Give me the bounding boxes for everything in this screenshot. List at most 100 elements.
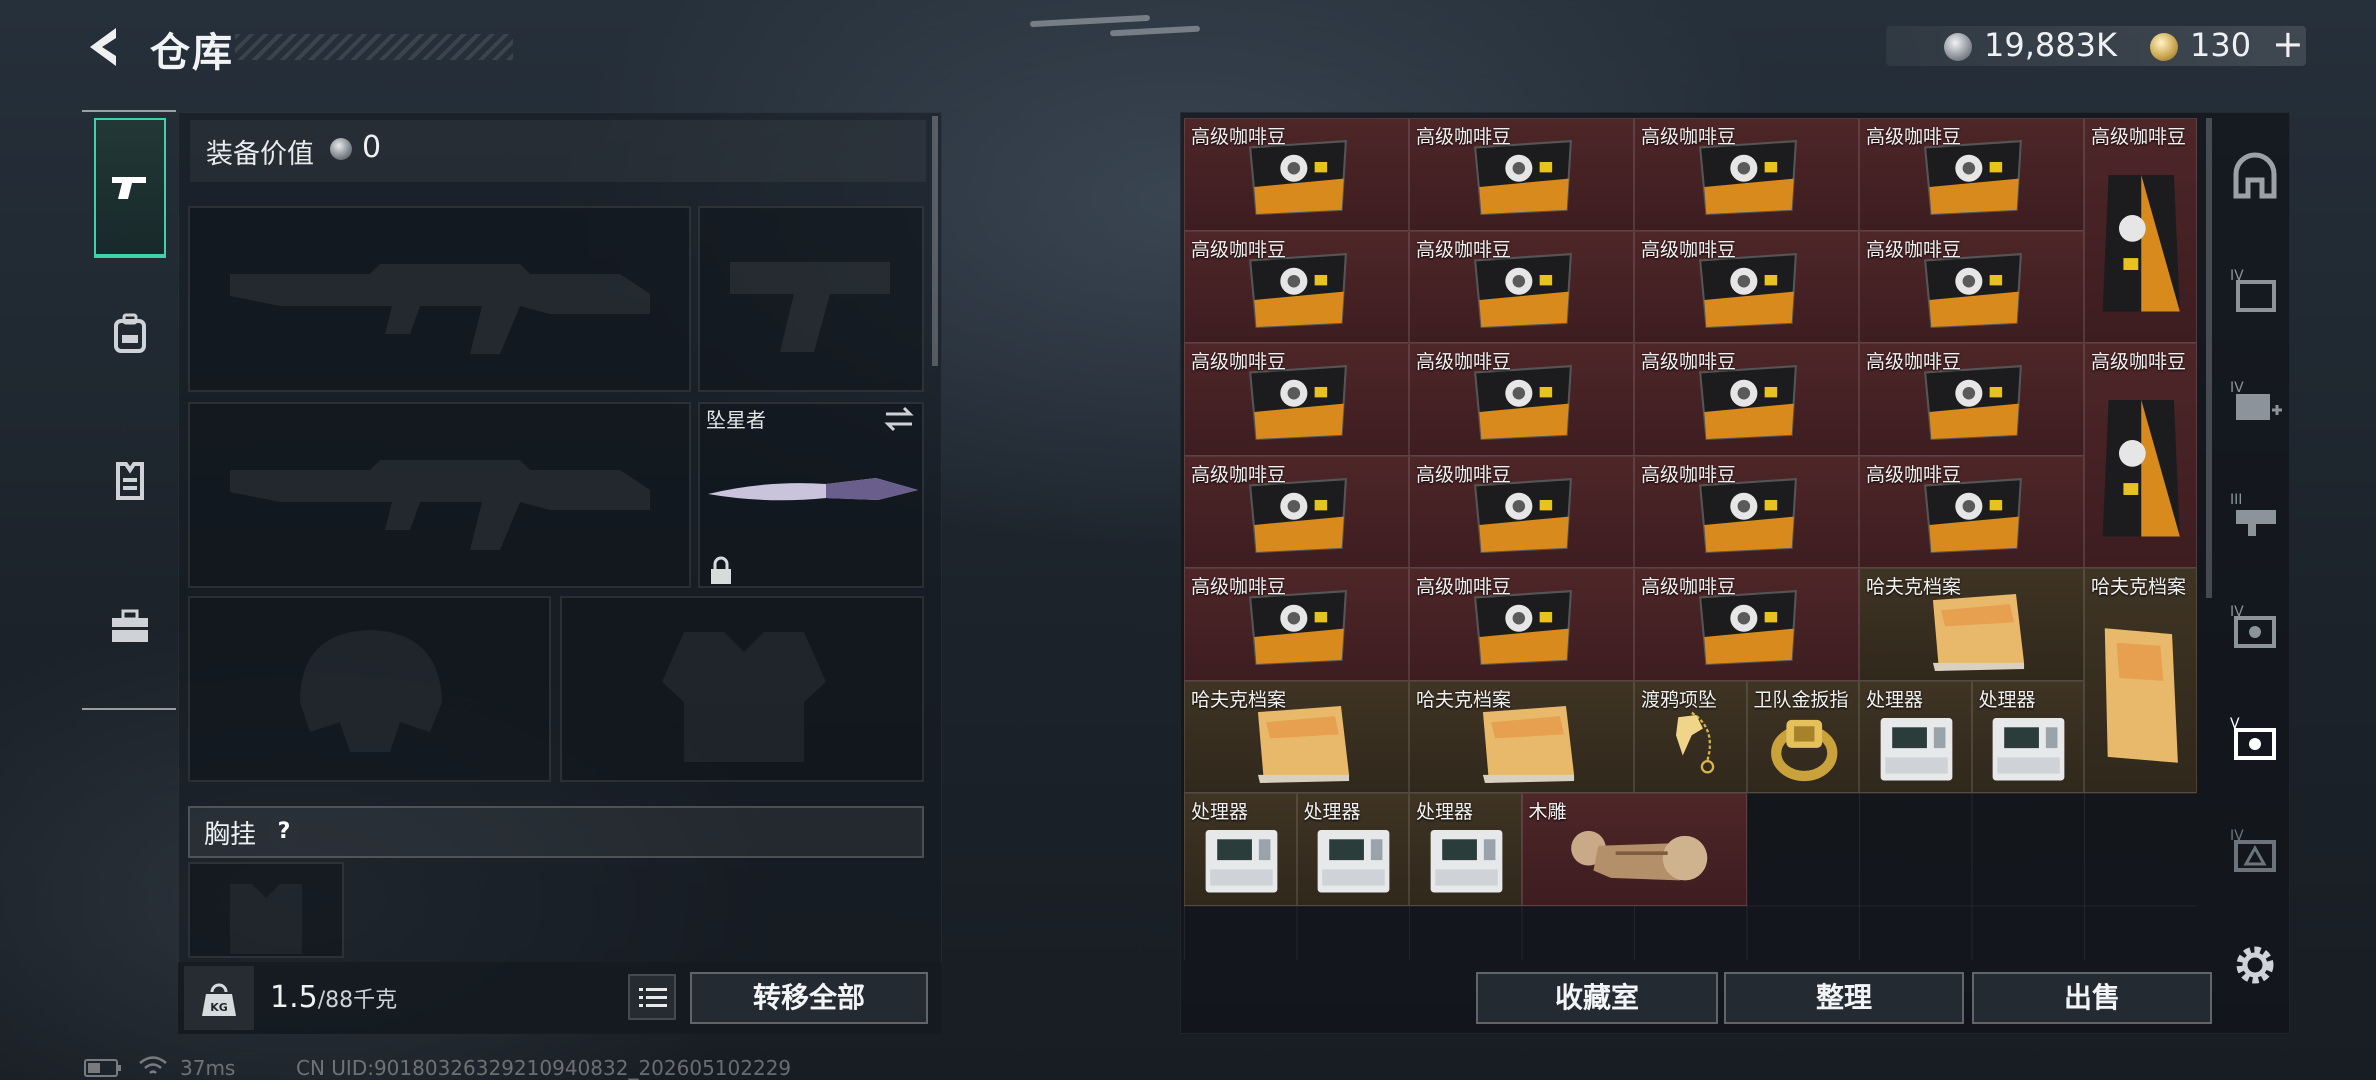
storage-item-coffee[interactable]: 高级咖啡豆: [1634, 230, 1859, 343]
item-label: 高级咖啡豆: [1866, 238, 1962, 261]
item-label: 高级咖啡豆: [1641, 351, 1737, 373]
coffee-icon: [1923, 365, 2022, 441]
storage-item-coffee[interactable]: 高级咖啡豆: [1634, 343, 1859, 456]
storage-item-coffee[interactable]: 高级咖啡豆: [1184, 230, 1409, 343]
item-label: 高级咖啡豆: [1866, 126, 1962, 148]
add-currency-button[interactable]: +: [2272, 22, 2304, 66]
tab-toolbox[interactable]: [94, 556, 166, 696]
currency-primary: 19,883K: [1984, 26, 2117, 64]
item-label: 渡鸦项坠: [1641, 688, 1718, 711]
storage-item-processor[interactable]: 处理器: [1296, 793, 1409, 906]
coffee-icon: [1248, 140, 1347, 216]
collectible-case-icon[interactable]: V: [2228, 712, 2282, 766]
collection-button[interactable]: 收藏室: [1476, 972, 1718, 1024]
storage-item-processor[interactable]: 处理器: [1971, 680, 2084, 793]
item-label: 处理器: [1303, 801, 1361, 823]
storage-item-coffee[interactable]: 高级咖啡豆: [1859, 230, 2084, 343]
storage-item-coffee[interactable]: 高级咖啡豆: [1859, 343, 2084, 456]
item-label: 卫队金扳指: [1753, 688, 1849, 711]
coffee-icon: [1698, 252, 1797, 328]
storage-item-coffee[interactable]: 高级咖啡豆: [1859, 118, 2084, 231]
tab-weapons[interactable]: [94, 118, 166, 258]
settings-icon[interactable]: [2228, 938, 2282, 992]
back-icon[interactable]: [80, 22, 130, 72]
storage-item-ring[interactable]: 卫队金扳指: [1746, 680, 1859, 793]
storage-item-carving[interactable]: 木雕: [1521, 793, 1747, 906]
swap-icon[interactable]: [882, 404, 916, 434]
container-tier-iv-icon[interactable]: IV: [2228, 264, 2282, 318]
coffee-icon: [1473, 252, 1572, 328]
storage-item-coffee[interactable]: 高级咖啡豆: [1634, 118, 1859, 231]
primary-weapon-slot[interactable]: [188, 206, 691, 392]
item-label: 木雕: [1528, 801, 1567, 823]
organize-button[interactable]: 整理: [1724, 972, 1964, 1024]
item-label: 高级咖啡豆: [1416, 351, 1512, 373]
pistol-icon: [112, 177, 146, 199]
storage-item-coffee[interactable]: 高级咖啡豆: [1409, 118, 1634, 231]
tab-backpack[interactable]: [94, 264, 166, 404]
storage-item-file-tall[interactable]: 哈夫克档案: [2084, 568, 2197, 793]
helmet-slot[interactable]: [188, 596, 551, 782]
gold-coin-icon: [2150, 33, 2178, 61]
list-icon: [639, 988, 667, 1007]
item-label: 高级咖啡豆: [1641, 463, 1737, 486]
coffee-icon: [1923, 140, 2022, 216]
storage-item-pendant[interactable]: 渡鸦项坠: [1634, 680, 1747, 793]
ring-icon: [1770, 720, 1837, 782]
processor-icon: [1317, 830, 1390, 893]
chest-rig-slot[interactable]: [188, 862, 344, 958]
pistol-slot[interactable]: [698, 206, 924, 392]
storage-item-coffee[interactable]: 高级咖啡豆: [1409, 568, 1634, 681]
storage-item-coffee[interactable]: 高级咖啡豆: [1409, 455, 1634, 568]
storage-item-coffee[interactable]: 高级咖啡豆: [1184, 568, 1409, 681]
file-tall-icon: [2105, 627, 2179, 763]
storage-item-coffee[interactable]: 高级咖啡豆: [1184, 455, 1409, 568]
storage-item-processor[interactable]: 处理器: [1859, 680, 1972, 793]
list-view-button[interactable]: [628, 974, 676, 1020]
storage-item-coffee[interactable]: 高级咖啡豆: [1184, 343, 1409, 456]
pendant-icon: [1675, 712, 1714, 774]
storage-item-processor[interactable]: 处理器: [1184, 793, 1297, 906]
chest-rig-silhouette-icon: [230, 884, 302, 954]
storage-item-file[interactable]: 哈夫克档案: [1859, 568, 2084, 681]
storage-item-file[interactable]: 哈夫克档案: [1409, 680, 1634, 793]
rifle-silhouette-icon: [230, 264, 650, 354]
storage-item-coffee[interactable]: 高级咖啡豆: [1859, 455, 2084, 568]
storage-item-coffee[interactable]: 高级咖啡豆: [1184, 118, 1409, 231]
storage-item-coffee[interactable]: 高级咖啡豆: [1634, 568, 1859, 681]
storage-item-processor[interactable]: 处理器: [1409, 793, 1522, 906]
storage-item-coffee[interactable]: 高级咖啡豆: [1409, 343, 1634, 456]
transfer-all-button[interactable]: 转移全部: [690, 972, 928, 1024]
equipment-value-label: 装备价值: [206, 139, 314, 170]
title-decoration: [235, 34, 513, 60]
storage-scrollbar[interactable]: [2206, 118, 2212, 598]
tab-vest[interactable]: [94, 410, 166, 550]
uid-text: CN UID:9018032632921094083​2_20260510222…: [296, 1056, 792, 1080]
processor-icon: [1205, 830, 1278, 893]
coffee-icon: [1248, 590, 1347, 666]
secondary-weapon-slot[interactable]: [188, 402, 691, 588]
sell-button[interactable]: 出售: [1972, 972, 2212, 1024]
storage-item-coffee-tall[interactable]: 高级咖啡豆: [2084, 118, 2197, 343]
item-label: 哈夫克档案: [1416, 688, 1512, 711]
wifi-icon: [139, 1056, 167, 1074]
item-label: 高级咖啡豆: [1191, 463, 1287, 486]
key-case-icon[interactable]: IV: [2228, 600, 2282, 654]
equipment-scrollbar[interactable]: [932, 116, 938, 366]
item-label: 高级咖啡豆: [1191, 576, 1287, 598]
chest-help-button[interactable]: ?: [266, 816, 302, 848]
coffee-icon: [1473, 590, 1572, 666]
storage-item-coffee[interactable]: 高级咖啡豆: [1409, 230, 1634, 343]
item-label: 高级咖啡豆: [1191, 351, 1287, 373]
medical-case-icon[interactable]: IV: [2228, 376, 2282, 430]
gear-case-icon[interactable]: IV: [2228, 824, 2282, 878]
storage-item-coffee-tall[interactable]: 高级咖啡豆: [2084, 343, 2197, 568]
storage-item-coffee[interactable]: 高级咖啡豆: [1634, 455, 1859, 568]
storage-item-file[interactable]: 哈夫克档案: [1184, 680, 1409, 793]
silver-coin-icon: [1944, 33, 1972, 61]
safe-box-icon[interactable]: [2228, 152, 2282, 206]
ammo-case-icon[interactable]: III: [2228, 488, 2282, 542]
armor-slot[interactable]: [560, 596, 924, 782]
coffee-icon: [1923, 252, 2022, 328]
processor-icon: [1880, 717, 1953, 781]
